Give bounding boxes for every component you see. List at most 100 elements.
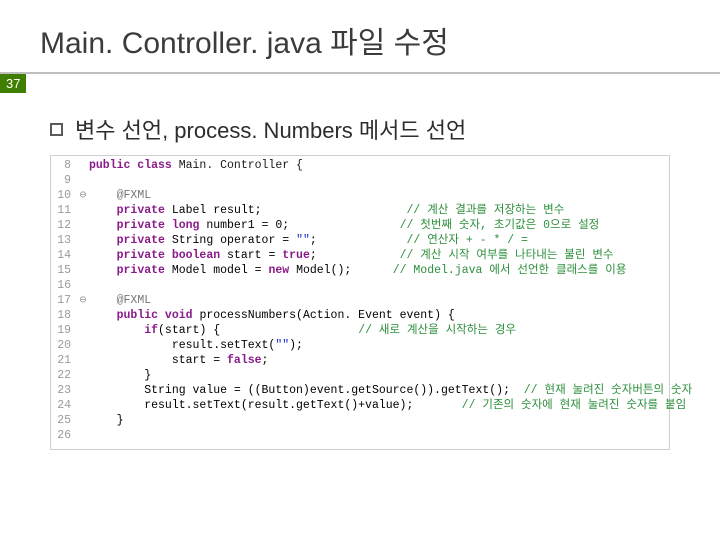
code-token: if <box>144 324 158 337</box>
code-line: 15 private Model model = new Model(); //… <box>51 263 669 278</box>
code-token: private <box>117 204 172 217</box>
code-line: 8 public class Main. Controller { <box>51 158 669 173</box>
fold-icon <box>77 428 89 443</box>
code-line: 22 } <box>51 368 669 383</box>
code-token: ; <box>310 234 317 247</box>
line-number: 16 <box>51 278 77 293</box>
code-line: 11 private Label result; // 계산 결과를 저장하는 … <box>51 203 669 218</box>
fold-icon: ⊖ <box>77 293 89 308</box>
code-token <box>289 219 399 232</box>
code-token <box>89 204 117 217</box>
code-line: 16 <box>51 278 669 293</box>
code-token <box>317 234 407 247</box>
code-token: (start) { <box>158 324 220 337</box>
code-token: result.setText( <box>89 339 275 352</box>
code-token <box>89 219 117 232</box>
fold-icon <box>77 233 89 248</box>
page-number-badge: 37 <box>0 74 720 93</box>
line-number: 20 <box>51 338 77 353</box>
code-token <box>413 399 461 412</box>
code-line: 21 start = false; <box>51 353 669 368</box>
page-title: Main. Controller. java 파일 수정 <box>0 0 720 74</box>
fold-icon <box>77 323 89 338</box>
code-line: 10⊖ @FXML <box>51 188 669 203</box>
code-token: @FXML <box>117 294 152 307</box>
code-area: 8 public class Main. Controller {9 10⊖ @… <box>50 155 670 450</box>
line-number: 22 <box>51 368 77 383</box>
code-token <box>351 264 392 277</box>
code-token: private <box>117 264 172 277</box>
code-token: ; <box>310 249 317 262</box>
code-token: private <box>117 234 172 247</box>
code-token: @FXML <box>117 189 152 202</box>
code-line: 17⊖ @FXML <box>51 293 669 308</box>
bullet-icon <box>50 123 63 136</box>
code-token: private long <box>117 219 207 232</box>
code-token: ; <box>262 354 269 367</box>
code-line: 20 result.setText(""); <box>51 338 669 353</box>
code-token: Model model = <box>172 264 269 277</box>
code-token: } <box>89 369 151 382</box>
code-token: Label result; <box>172 204 262 217</box>
line-number: 18 <box>51 308 77 323</box>
code-line: 19 if(start) { // 새로 계산을 시작하는 경우 <box>51 323 669 338</box>
fold-icon <box>77 218 89 233</box>
fold-icon <box>77 158 89 173</box>
code-token: private boolean <box>117 249 227 262</box>
code-token: start = <box>89 354 227 367</box>
line-number: 11 <box>51 203 77 218</box>
fold-icon <box>77 203 89 218</box>
code-token: true <box>282 249 310 262</box>
code-token: // 계산 결과를 저장하는 변수 <box>406 204 564 217</box>
fold-icon <box>77 248 89 263</box>
code-token <box>220 324 358 337</box>
line-number: 14 <box>51 248 77 263</box>
fold-icon <box>77 263 89 278</box>
code-token: // 계산 시작 여부를 나타내는 불린 변수 <box>400 249 614 262</box>
code-line: 14 private boolean start = true; // 계산 시… <box>51 248 669 263</box>
code-token <box>510 384 524 397</box>
code-token: // 기존의 숫자에 현재 눌려진 숫자를 붙임 <box>462 399 687 412</box>
fold-icon <box>77 278 89 293</box>
code-token <box>89 189 117 202</box>
code-token <box>89 249 117 262</box>
fold-icon <box>77 338 89 353</box>
line-number: 15 <box>51 263 77 278</box>
line-number: 9 <box>51 173 77 188</box>
code-line: 13 private String operator = ""; // 연산자 … <box>51 233 669 248</box>
code-line: 12 private long number1 = 0; // 첫번째 숫자, … <box>51 218 669 233</box>
code-line: 24 result.setText(result.getText()+value… <box>51 398 669 413</box>
code-token <box>262 204 407 217</box>
subheading-row: 변수 선언, process. Numbers 메서드 선언 <box>50 113 720 145</box>
code-token: processNumbers(Action. Event event) { <box>199 309 454 322</box>
code-token: String operator = <box>172 234 296 247</box>
code-token <box>89 309 117 322</box>
fold-icon <box>77 173 89 188</box>
fold-icon <box>77 383 89 398</box>
fold-icon: ⊖ <box>77 188 89 203</box>
code-token: result.setText(result.getText()+value); <box>89 399 413 412</box>
code-token <box>89 234 117 247</box>
line-number: 24 <box>51 398 77 413</box>
code-token: // 첫번째 숫자, 초기값은 0으로 설정 <box>400 219 600 232</box>
line-number: 10 <box>51 188 77 203</box>
line-number: 13 <box>51 233 77 248</box>
code-line: 9 <box>51 173 669 188</box>
fold-icon <box>77 368 89 383</box>
code-token: "" <box>296 234 310 247</box>
line-number: 17 <box>51 293 77 308</box>
line-number: 8 <box>51 158 77 173</box>
code-token: number1 = 0; <box>206 219 289 232</box>
fold-icon <box>77 353 89 368</box>
code-token: new <box>268 264 296 277</box>
line-number: 26 <box>51 428 77 443</box>
code-token: public void <box>117 309 200 322</box>
code-token: String value = ((Button)event.getSource(… <box>89 384 510 397</box>
code-token: } <box>89 414 124 427</box>
code-token <box>317 249 400 262</box>
line-number: 19 <box>51 323 77 338</box>
line-number: 12 <box>51 218 77 233</box>
subheading-text: 변수 선언, process. Numbers 메서드 선언 <box>75 113 466 145</box>
page-number: 37 <box>0 74 26 93</box>
code-token: // 새로 계산을 시작하는 경우 <box>358 324 516 337</box>
